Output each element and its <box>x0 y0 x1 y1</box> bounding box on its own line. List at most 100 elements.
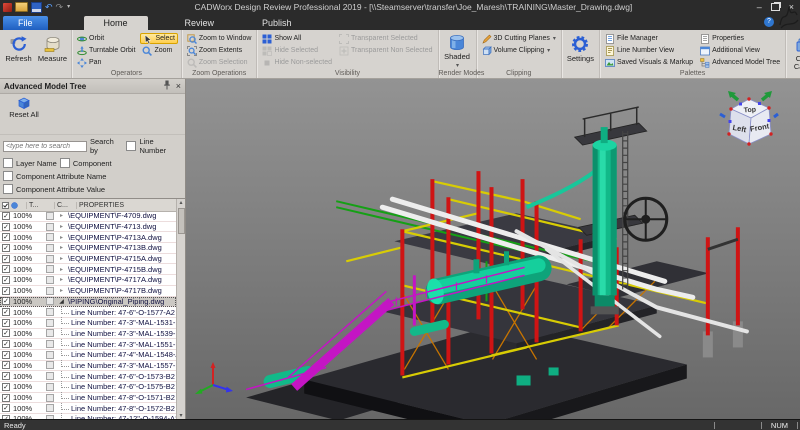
tree-row[interactable]: ✓100%▸\EQUIPMENT\P-4715B.dwg <box>0 264 176 275</box>
row-visibility-checkbox[interactable]: ✓ <box>2 404 10 412</box>
nav-cube[interactable]: Top Left Front <box>718 87 780 151</box>
tree-row[interactable]: ✓100%Line Number: 47-6"-O-1575-B2 <box>0 382 176 393</box>
settings-button[interactable]: Settings <box>565 32 596 76</box>
tree-row[interactable]: ✓100%Line Number: 47-3"-MAL-1531-B3 <box>0 318 176 329</box>
row-visibility-checkbox[interactable]: ✓ <box>2 361 10 369</box>
tree-row[interactable]: ✓100%Line Number: 47-3"-MAL-1551-B3 <box>0 339 176 350</box>
row-visibility-checkbox[interactable]: ✓ <box>2 255 10 263</box>
scroll-down-icon[interactable]: ▾ <box>179 412 182 419</box>
row-color-box[interactable] <box>46 372 54 380</box>
row-color-box[interactable] <box>46 244 54 252</box>
tree-row[interactable]: ✓100%▸\EQUIPMENT\P-4713B.dwg <box>0 243 176 254</box>
volume-clipping-dropdown-icon[interactable]: ▾ <box>547 47 550 54</box>
expand-icon[interactable]: ▸ <box>57 244 66 251</box>
row-color-box[interactable] <box>46 329 54 337</box>
cutting-planes-button[interactable]: 3D Cutting Planes ▾ <box>480 33 558 44</box>
panel-close-icon[interactable]: × <box>176 81 181 91</box>
measure-button[interactable]: Measure <box>37 32 68 76</box>
row-visibility-checkbox[interactable]: ✓ <box>2 223 10 231</box>
shaded-dropdown-icon[interactable]: ▾ <box>456 62 459 70</box>
row-color-box[interactable] <box>46 223 54 231</box>
tab-publish[interactable]: Publish <box>249 16 305 30</box>
row-visibility-checkbox[interactable]: ✓ <box>2 287 10 295</box>
component-checkbox[interactable] <box>60 158 70 168</box>
select-button[interactable]: Select <box>140 33 177 44</box>
row-visibility-checkbox[interactable]: ✓ <box>2 351 10 359</box>
nav-cube-top-label[interactable]: Top <box>744 107 757 115</box>
row-color-box[interactable] <box>46 276 54 284</box>
expand-icon[interactable]: ▸ <box>57 266 66 273</box>
row-visibility-checkbox[interactable]: ✓ <box>2 329 10 337</box>
reset-all-button[interactable]: Reset All <box>4 96 44 119</box>
plant-3d-model[interactable] <box>186 79 800 419</box>
expand-icon[interactable]: ▸ <box>57 234 66 241</box>
line-number-checkbox[interactable] <box>126 141 136 151</box>
row-color-box[interactable] <box>46 212 54 220</box>
show-all-button[interactable]: Show All <box>260 33 334 44</box>
row-color-box[interactable] <box>46 255 54 263</box>
column-properties[interactable]: PROPERTIES <box>76 202 175 209</box>
tree-row[interactable]: ✓100%Line Number: 47-8"-O-1571-B2 <box>0 393 176 404</box>
advanced-model-tree-button[interactable]: Advanced Model Tree <box>698 57 782 68</box>
column-transparency[interactable]: T... <box>26 202 54 209</box>
file-manager-button[interactable]: File Manager <box>603 33 695 44</box>
viewport-3d[interactable]: Top Left Front <box>186 79 800 419</box>
row-visibility-checkbox[interactable]: ✓ <box>2 308 10 316</box>
tab-home[interactable]: Home <box>84 16 148 30</box>
tab-file[interactable]: File <box>3 16 48 30</box>
row-color-box[interactable] <box>46 319 54 327</box>
open-folder-icon[interactable] <box>15 2 28 12</box>
shaded-button[interactable]: Shaded ▾ <box>442 32 473 68</box>
orbit-button[interactable]: Orbit <box>75 33 137 44</box>
zoom-button[interactable]: Zoom <box>140 45 177 56</box>
row-color-box[interactable] <box>46 265 54 273</box>
tree-row[interactable]: ✓100%Line Number: 47-3"-MAL-1539-B3 <box>0 329 176 340</box>
line-number-view-button[interactable]: Line Number View <box>603 45 695 56</box>
tree-row[interactable]: ✓100%◢\PIPING\Original_Piping.dwg <box>0 297 176 308</box>
row-color-box[interactable] <box>46 233 54 241</box>
row-color-box[interactable] <box>46 340 54 348</box>
undo-icon[interactable]: ↶ <box>45 3 53 12</box>
collapse-icon[interactable]: ◢ <box>57 298 66 305</box>
tree-row[interactable]: ✓100%▸\EQUIPMENT\F-4709.dwg <box>0 211 176 222</box>
tree-row[interactable]: ✓100%▸\EQUIPMENT\P-4717B.dwg <box>0 286 176 297</box>
column-color[interactable]: C... <box>54 202 76 209</box>
row-color-box[interactable] <box>46 308 54 316</box>
row-visibility-checkbox[interactable]: ✓ <box>2 233 10 241</box>
cutting-planes-dropdown-icon[interactable]: ▾ <box>553 35 556 42</box>
row-visibility-checkbox[interactable]: ✓ <box>2 394 10 402</box>
tree-row[interactable]: ✓100%Line Number: 47-8"-O-1572-B2 <box>0 403 176 414</box>
row-color-box[interactable] <box>46 297 54 305</box>
row-visibility-checkbox[interactable]: ✓ <box>2 276 10 284</box>
tree-row[interactable]: ✓100%Line Number: 47-12"-O-1594-A2 <box>0 414 176 419</box>
expand-icon[interactable]: ▸ <box>57 287 66 294</box>
row-color-box[interactable] <box>46 361 54 369</box>
zoom-to-window-button[interactable]: Zoom to Window <box>185 33 254 44</box>
tree-row[interactable]: ✓100%▸\EQUIPMENT\F-4713.dwg <box>0 222 176 233</box>
additional-view-button[interactable]: Additional View <box>698 45 782 56</box>
refresh-button[interactable]: Refresh <box>3 32 34 76</box>
row-visibility-checkbox[interactable]: ✓ <box>2 319 10 327</box>
tree-row[interactable]: ✓100%▸\EQUIPMENT\P-4717A.dwg <box>0 275 176 286</box>
tree-row[interactable]: ✓100%Line Number: 47-6"-O-1573-B2 <box>0 371 176 382</box>
row-visibility-checkbox[interactable]: ✓ <box>2 244 10 252</box>
row-visibility-checkbox[interactable]: ✓ <box>2 212 10 220</box>
tree-row[interactable]: ✓100%Line Number: 47-3"-MAL-1557-B3 <box>0 361 176 372</box>
zoom-extents-button[interactable]: Zoom Extents <box>185 45 254 56</box>
tree-row[interactable]: ✓100%Line Number: 47-4"-MAL-1548-A3 <box>0 350 176 361</box>
volume-clipping-button[interactable]: Volume Clipping ▾ <box>480 45 558 56</box>
minimize-button[interactable]: – <box>757 2 762 12</box>
pan-button[interactable]: Pan <box>75 57 137 68</box>
layer-name-checkbox[interactable] <box>3 158 13 168</box>
expand-icon[interactable]: ▸ <box>57 223 66 230</box>
saved-visuals-button[interactable]: Saved Visuals & Markup <box>603 57 695 68</box>
tab-review[interactable]: Review <box>172 16 228 30</box>
row-color-box[interactable] <box>46 415 54 419</box>
properties-button[interactable]: Properties <box>698 33 782 44</box>
row-color-box[interactable] <box>46 404 54 412</box>
tree-row[interactable]: ✓100%Line Number: 47-6"-O-1577-A2 <box>0 307 176 318</box>
scroll-up-icon[interactable]: ▴ <box>179 199 182 206</box>
tree-scrollbar[interactable]: ▴ ▾ <box>176 199 185 419</box>
component-attribute-value-checkbox[interactable] <box>3 184 13 194</box>
expand-icon[interactable]: ▸ <box>57 276 66 283</box>
